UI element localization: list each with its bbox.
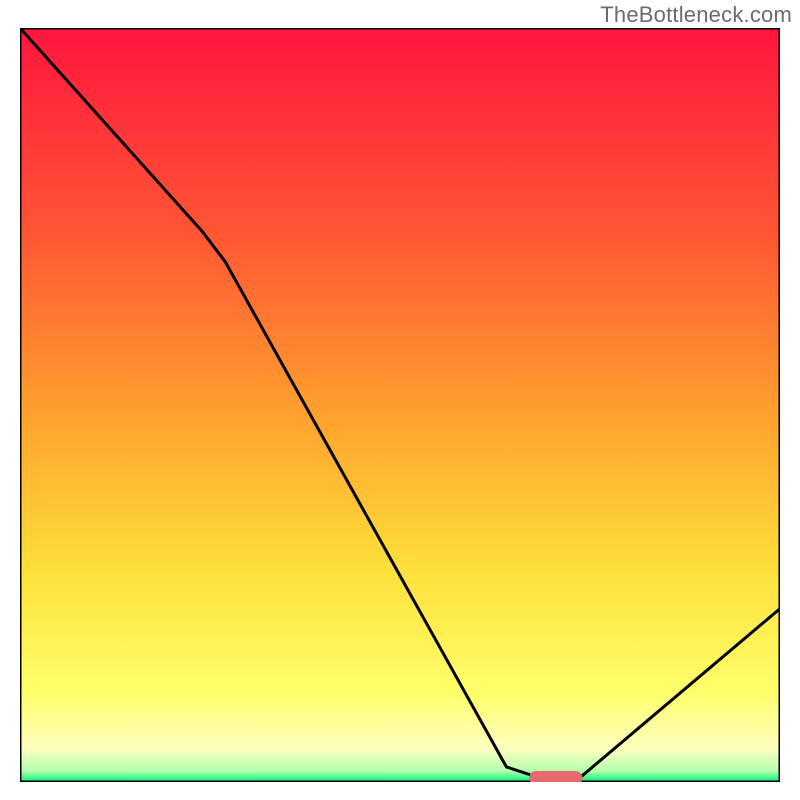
chart-plot: [20, 28, 780, 782]
chart-container: TheBottleneck.com: [0, 0, 800, 800]
chart-svg: [20, 28, 780, 782]
watermark-text: TheBottleneck.com: [600, 2, 792, 28]
optimal-marker: [529, 771, 582, 782]
gradient-background: [20, 28, 780, 782]
